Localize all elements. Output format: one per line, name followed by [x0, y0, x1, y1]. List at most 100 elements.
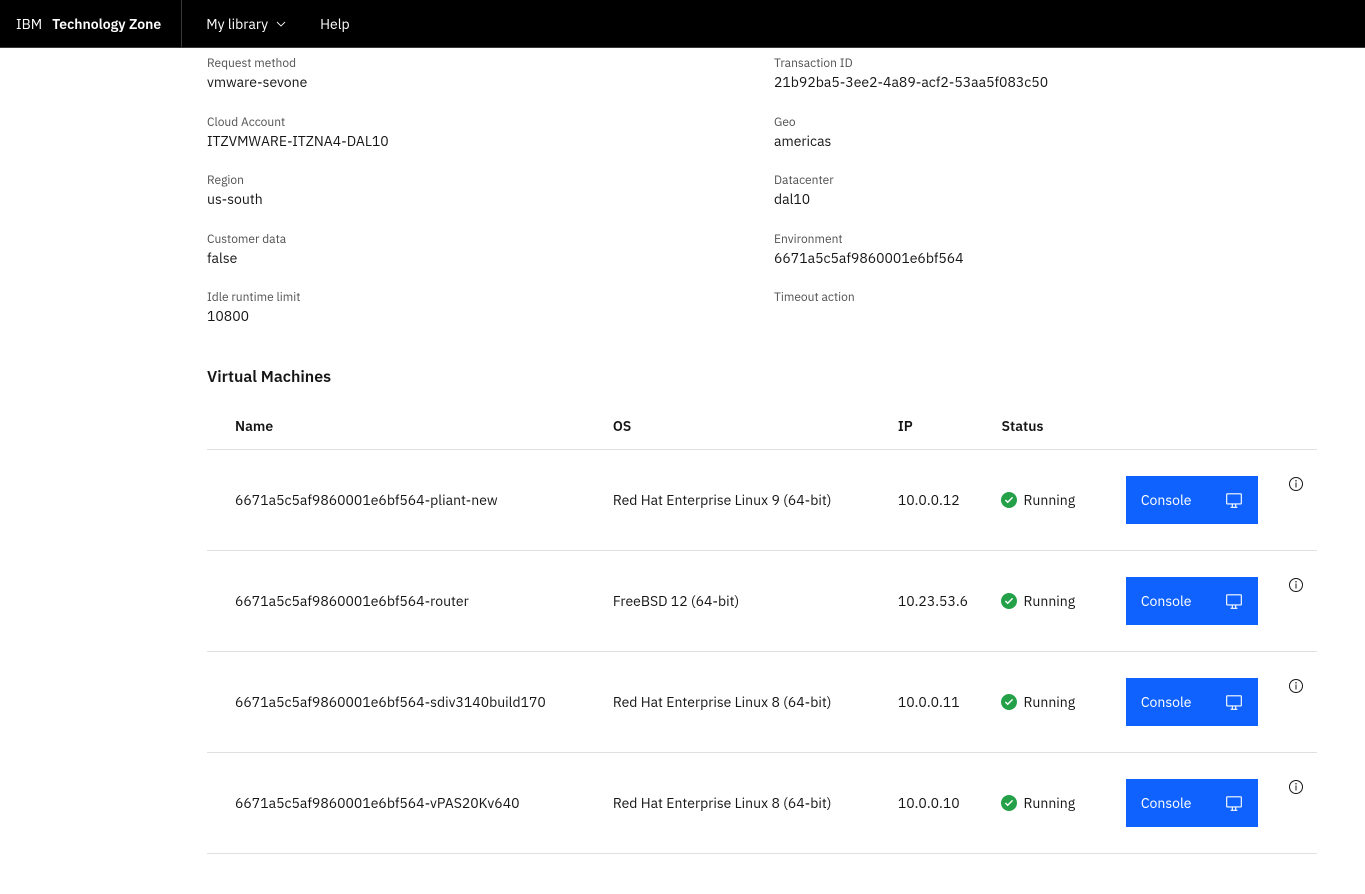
vm-table-wrapper: Name OS IP Status 6671a5c5af9860001e6bf5…	[0, 407, 1365, 854]
vm-status-text: Running	[1023, 794, 1075, 812]
col-header-os: OS	[601, 407, 886, 450]
vm-ip: 10.0.0.10	[886, 752, 990, 853]
vm-os: Red Hat Enterprise Linux 9 (64-bit)	[601, 449, 886, 550]
field-label: Geo	[774, 115, 1317, 130]
vm-console-cell: Console	[1114, 752, 1276, 853]
field-label: Timeout action	[774, 290, 1317, 305]
col-header-console	[1114, 407, 1276, 450]
vm-status-text: Running	[1023, 693, 1075, 711]
vm-os: FreeBSD 12 (64-bit)	[601, 550, 886, 651]
field-value: 21b92ba5-3ee2-4a89-acf2-53aa5f083c50	[774, 73, 1317, 93]
brand-product: Technology Zone	[52, 15, 161, 33]
vm-os: Red Hat Enterprise Linux 8 (64-bit)	[601, 651, 886, 752]
vm-status-cell: Running	[989, 752, 1113, 853]
info-icon[interactable]	[1288, 779, 1304, 795]
console-button[interactable]: Console	[1126, 577, 1258, 625]
info-icon[interactable]	[1288, 678, 1304, 694]
field-cloud-account: Cloud Account ITZVMWARE-ITZNA4-DAL10	[207, 115, 750, 152]
field-value: americas	[774, 132, 1317, 152]
console-button-label: Console	[1141, 491, 1192, 509]
vm-name: 6671a5c5af9860001e6bf564-pliant-new	[207, 449, 601, 550]
vm-console-cell: Console	[1114, 651, 1276, 752]
vm-status-cell: Running	[989, 550, 1113, 651]
field-customer-data: Customer data false	[207, 232, 750, 269]
screen-icon	[1225, 592, 1243, 610]
field-label: Environment	[774, 232, 1317, 247]
field-value: vmware-sevone	[207, 73, 750, 93]
vm-table: Name OS IP Status 6671a5c5af9860001e6bf5…	[207, 407, 1317, 854]
table-row: 6671a5c5af9860001e6bf564-sdiv3140build17…	[207, 651, 1317, 752]
field-label: Cloud Account	[207, 115, 750, 130]
field-value: 10800	[207, 307, 750, 327]
field-value: false	[207, 249, 750, 269]
field-region: Region us-south	[207, 173, 750, 210]
vm-info-cell	[1276, 449, 1318, 550]
vm-ip: 10.0.0.12	[886, 449, 990, 550]
screen-icon	[1225, 693, 1243, 711]
field-idle-runtime-limit: Idle runtime limit 10800	[207, 290, 750, 327]
field-value: dal10	[774, 190, 1317, 210]
screen-icon	[1225, 794, 1243, 812]
field-request-method: Request method vmware-sevone	[207, 56, 750, 93]
field-value: 6671a5c5af9860001e6bf564	[774, 249, 1317, 269]
field-timeout-action: Timeout action	[774, 290, 1317, 327]
field-label: Idle runtime limit	[207, 290, 750, 305]
vm-name: 6671a5c5af9860001e6bf564-vPAS20Kv640	[207, 752, 601, 853]
checkmark-filled-icon	[1001, 694, 1017, 710]
main-content: Request method vmware-sevone Transaction…	[0, 48, 1365, 894]
vm-ip: 10.23.53.6	[886, 550, 990, 651]
table-row: 6671a5c5af9860001e6bf564-pliant-new Red …	[207, 449, 1317, 550]
nav-my-library-label: My library	[206, 15, 268, 33]
nav-help[interactable]: Help	[304, 0, 366, 47]
nav-my-library[interactable]: My library	[190, 0, 304, 47]
field-environment: Environment 6671a5c5af9860001e6bf564	[774, 232, 1317, 269]
field-datacenter: Datacenter dal10	[774, 173, 1317, 210]
checkmark-filled-icon	[1001, 593, 1017, 609]
col-header-status: Status	[989, 407, 1113, 450]
field-geo: Geo americas	[774, 115, 1317, 152]
vm-name: 6671a5c5af9860001e6bf564-router	[207, 550, 601, 651]
field-value: ITZVMWARE-ITZNA4-DAL10	[207, 132, 750, 152]
global-header: IBM Technology Zone My library Help	[0, 0, 1365, 48]
console-button[interactable]: Console	[1126, 476, 1258, 524]
info-icon[interactable]	[1288, 476, 1304, 492]
field-value: us-south	[207, 190, 750, 210]
field-label: Request method	[207, 56, 750, 71]
col-header-name: Name	[207, 407, 601, 450]
info-icon[interactable]	[1288, 577, 1304, 593]
brand-prefix: IBM	[16, 15, 42, 33]
checkmark-filled-icon	[1001, 492, 1017, 508]
table-header-row: Name OS IP Status	[207, 407, 1317, 450]
console-button-label: Console	[1141, 794, 1192, 812]
vm-status-cell: Running	[989, 449, 1113, 550]
screen-icon	[1225, 491, 1243, 509]
vm-status-text: Running	[1023, 491, 1075, 509]
vm-info-cell	[1276, 651, 1318, 752]
table-row: 6671a5c5af9860001e6bf564-vPAS20Kv640 Red…	[207, 752, 1317, 853]
field-transaction-id: Transaction ID 21b92ba5-3ee2-4a89-acf2-5…	[774, 56, 1317, 93]
nav-help-label: Help	[320, 15, 350, 33]
vm-status-cell: Running	[989, 651, 1113, 752]
vm-info-cell	[1276, 752, 1318, 853]
vm-name: 6671a5c5af9860001e6bf564-sdiv3140build17…	[207, 651, 601, 752]
console-button-label: Console	[1141, 592, 1192, 610]
details-grid: Request method vmware-sevone Transaction…	[0, 48, 1365, 327]
field-label: Datacenter	[774, 173, 1317, 188]
col-header-info	[1276, 407, 1318, 450]
field-label: Customer data	[207, 232, 750, 247]
header-nav: My library Help	[190, 0, 365, 47]
console-button[interactable]: Console	[1126, 779, 1258, 827]
field-label: Transaction ID	[774, 56, 1317, 71]
brand[interactable]: IBM Technology Zone	[16, 0, 182, 47]
chevron-down-icon	[274, 17, 288, 31]
vm-ip: 10.0.0.11	[886, 651, 990, 752]
vm-console-cell: Console	[1114, 449, 1276, 550]
vm-info-cell	[1276, 550, 1318, 651]
col-header-ip: IP	[886, 407, 990, 450]
table-row: 6671a5c5af9860001e6bf564-router FreeBSD …	[207, 550, 1317, 651]
console-button-label: Console	[1141, 693, 1192, 711]
vm-status-text: Running	[1023, 592, 1075, 610]
console-button[interactable]: Console	[1126, 678, 1258, 726]
field-label: Region	[207, 173, 750, 188]
vm-os: Red Hat Enterprise Linux 8 (64-bit)	[601, 752, 886, 853]
